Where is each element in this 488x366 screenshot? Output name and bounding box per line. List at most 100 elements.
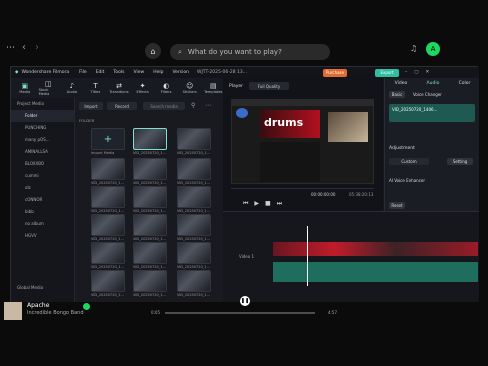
video-clip[interactable]: [273, 242, 478, 256]
media-thumbnail[interactable]: [177, 214, 211, 236]
media-clip-label: VID_20250720_1...: [133, 237, 167, 241]
menu-tools[interactable]: Tools: [113, 70, 124, 75]
media-thumbnail[interactable]: [91, 242, 125, 264]
adjustment-label: Adjustment: [389, 146, 415, 151]
media-clip-label: VID_20250720_1...: [177, 151, 211, 155]
media-clip-label: VID_20250720_1...: [91, 209, 125, 213]
reset-button[interactable]: Reset: [389, 202, 405, 209]
record-dropdown[interactable]: Record: [107, 102, 137, 110]
sidebar-item[interactable]: olz: [11, 182, 74, 194]
tab-audio[interactable]: Audio: [427, 81, 440, 86]
media-thumbnail[interactable]: [91, 270, 125, 292]
sidebar-item[interactable]: no album: [11, 218, 74, 230]
play-icon[interactable]: ▶: [254, 200, 259, 208]
avatar[interactable]: A: [426, 42, 440, 56]
sidebar-item[interactable]: HGVV: [11, 230, 74, 242]
sidebar-item[interactable]: AMINALLSA: [11, 146, 74, 158]
stop-icon[interactable]: ■: [265, 200, 271, 208]
tab-templates[interactable]: ▤ Templates: [204, 78, 224, 98]
media-thumbnail[interactable]: [177, 128, 211, 150]
import-dropdown[interactable]: Import: [79, 102, 103, 110]
media-thumbnail[interactable]: [133, 158, 167, 180]
menu-file[interactable]: File: [79, 70, 87, 75]
sidebar-item[interactable]: cummi: [11, 170, 74, 182]
effects-icon: ✦: [139, 82, 146, 90]
quality-dropdown[interactable]: Full Quality: [249, 82, 289, 90]
tab-titles[interactable]: T Titles: [86, 78, 106, 98]
menu-edit[interactable]: Edit: [96, 70, 105, 75]
tab-effects[interactable]: ✦ Effects: [133, 78, 153, 98]
progress-bar[interactable]: [165, 312, 315, 314]
artist-name[interactable]: Incredible Bongo Band: [27, 310, 84, 316]
media-thumbnail[interactable]: [91, 186, 125, 208]
playhead[interactable]: [307, 226, 308, 286]
tab-filters[interactable]: ◐ Filters: [156, 78, 176, 98]
media-thumbnail[interactable]: [133, 242, 167, 264]
track-title[interactable]: Apache: [27, 302, 49, 309]
media-thumbnail[interactable]: [133, 128, 167, 150]
menu-view[interactable]: View: [134, 70, 145, 75]
pause-icon[interactable]: ❚❚: [240, 296, 250, 306]
close-icon[interactable]: ✕: [426, 70, 430, 75]
sidebar-item[interactable]: PUNCHING: [11, 122, 74, 134]
player-panel: Player Full Quality drums 00:00:00:00 05…: [223, 78, 383, 211]
audio-clip[interactable]: [273, 262, 478, 282]
bell-icon[interactable]: ♫: [410, 44, 417, 53]
tab-stickers[interactable]: ☺ Stickers: [180, 78, 200, 98]
prev-frame-icon[interactable]: ⏮: [243, 200, 248, 208]
media-search-input[interactable]: Search media: [143, 102, 185, 110]
setting-button[interactable]: Setting: [447, 158, 473, 165]
media-thumbnail[interactable]: [177, 158, 211, 180]
media-clip-label: VID_20250720_1...: [91, 237, 125, 241]
more-options-icon[interactable]: ⋯: [6, 43, 15, 53]
tab-audio[interactable]: ♪ Audio: [62, 78, 82, 98]
tab-color[interactable]: Color: [459, 81, 471, 86]
minimize-icon[interactable]: –: [405, 70, 407, 75]
tab-video[interactable]: Video: [395, 81, 408, 86]
scrub-bar[interactable]: [231, 188, 374, 189]
export-button[interactable]: Export: [375, 68, 400, 77]
media-thumbnail[interactable]: [91, 214, 125, 236]
next-frame-icon[interactable]: ⏭: [277, 200, 282, 208]
more-icon[interactable]: ⋯: [205, 102, 211, 109]
media-clip-label: VID_20250720_1...: [177, 209, 211, 213]
tab-voice-changer[interactable]: Voice Changer: [413, 92, 442, 97]
media-thumbnail[interactable]: [177, 270, 211, 292]
media-thumbnail[interactable]: [133, 214, 167, 236]
add-icon: +: [103, 133, 113, 145]
purchase-button[interactable]: Purchase: [323, 68, 348, 77]
liked-icon[interactable]: [83, 303, 90, 310]
menu-help[interactable]: Help: [153, 70, 163, 75]
sidebar-item[interactable]: many pOS...: [11, 134, 74, 146]
sidebar-item[interactable]: cONNOR: [11, 194, 74, 206]
import-media-button[interactable]: +: [91, 128, 125, 150]
sidebar-item-global-media[interactable]: Global Media: [11, 282, 74, 294]
ai-voice-label: AI Voice Enhancer: [389, 178, 425, 183]
track-label: Video 1: [239, 254, 255, 259]
search-input[interactable]: ⌕ What do you want to play?: [170, 44, 330, 60]
tab-media[interactable]: ▣ Media: [15, 78, 35, 98]
menu-version[interactable]: Version: [172, 70, 189, 75]
sidebar-item-project-media[interactable]: Project Media: [11, 98, 74, 110]
tab-stock-media[interactable]: ◫ Stock Media: [39, 78, 59, 98]
sidebar-item[interactable]: bibb: [11, 206, 74, 218]
sidebar-item[interactable]: BLOXXBO: [11, 158, 74, 170]
tab-basic[interactable]: Basic: [389, 91, 405, 98]
filter-icon[interactable]: ⚲: [191, 102, 195, 109]
maximize-icon[interactable]: ▢: [414, 70, 418, 75]
media-thumbnail[interactable]: [91, 158, 125, 180]
audio-clip-waveform[interactable]: VID_20250720_1406...: [389, 104, 475, 122]
album-cover-image[interactable]: [4, 302, 22, 320]
media-thumbnail[interactable]: [177, 242, 211, 264]
media-thumbnail[interactable]: [133, 270, 167, 292]
media-thumbnail[interactable]: [177, 186, 211, 208]
custom-dropdown[interactable]: Custom: [389, 158, 429, 165]
sidebar-item-folder[interactable]: Folder: [11, 110, 74, 122]
home-icon[interactable]: ⌂: [145, 43, 161, 59]
back-arrow-icon[interactable]: ‹: [22, 42, 26, 53]
preview-screen[interactable]: drums: [231, 99, 374, 184]
forward-arrow-icon[interactable]: ›: [35, 42, 39, 53]
tab-transitions[interactable]: ⇄ Transitions: [109, 78, 129, 98]
media-thumbnail[interactable]: [133, 186, 167, 208]
project-name: WJTT-2025-06-28 13...: [197, 70, 248, 75]
